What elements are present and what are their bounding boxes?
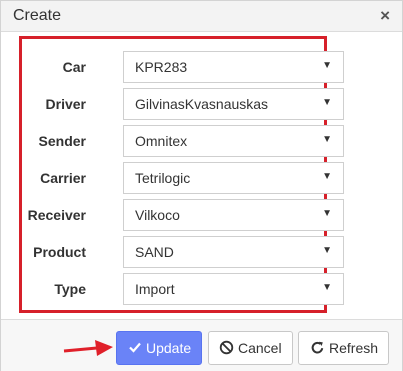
cancel-label: Cancel [238, 340, 282, 356]
field-row-driver: Driver GilvinasKvasnauskas ▼ [22, 88, 344, 120]
carrier-label: Carrier [40, 170, 86, 186]
driver-select[interactable]: GilvinasKvasnauskas ▼ [123, 88, 344, 120]
product-select[interactable]: SAND ▼ [123, 236, 344, 268]
field-row-car: Car KPR283 ▼ [22, 51, 344, 83]
refresh-icon [310, 340, 325, 358]
sender-select[interactable]: Omnitex ▼ [123, 125, 344, 157]
type-value: Import [135, 281, 175, 297]
driver-label: Driver [45, 96, 86, 112]
carrier-select[interactable]: Tetrilogic ▼ [123, 162, 344, 194]
cancel-button[interactable]: Cancel [208, 331, 293, 365]
red-pointer-arrow-icon [63, 340, 113, 356]
chevron-down-icon: ▼ [322, 97, 332, 108]
field-row-type: Type Import ▼ [22, 273, 344, 305]
chevron-down-icon: ▼ [322, 60, 332, 71]
update-label: Update [146, 340, 192, 356]
chevron-down-icon: ▼ [322, 134, 332, 145]
driver-value: GilvinasKvasnauskas [135, 96, 269, 112]
product-value: SAND [135, 244, 174, 260]
refresh-button[interactable]: Refresh [298, 331, 389, 365]
dialog-footer: Update Cancel Refresh [1, 319, 402, 371]
chevron-down-icon: ▼ [322, 245, 332, 256]
field-row-sender: Sender Omnitex ▼ [22, 125, 344, 157]
field-row-carrier: Carrier Tetrilogic ▼ [22, 162, 344, 194]
dialog-titlebar: Create × [1, 1, 402, 32]
product-label: Product [33, 244, 86, 260]
close-icon[interactable]: × [380, 6, 390, 26]
field-row-product: Product SAND ▼ [22, 236, 344, 268]
receiver-label: Receiver [27, 207, 86, 223]
type-select[interactable]: Import ▼ [123, 273, 344, 305]
form-highlight-box: Car KPR283 ▼ Driver GilvinasKvasnauskas … [19, 36, 344, 313]
car-value: KPR283 [135, 59, 188, 75]
field-row-receiver: Receiver Vilkoco ▼ [22, 199, 344, 231]
dialog-title: Create [13, 7, 62, 24]
refresh-label: Refresh [329, 340, 379, 356]
receiver-value: Vilkoco [135, 207, 180, 223]
update-button[interactable]: Update [116, 331, 202, 365]
receiver-select[interactable]: Vilkoco ▼ [123, 199, 344, 231]
chevron-down-icon: ▼ [322, 282, 332, 293]
type-label: Type [54, 281, 86, 297]
sender-value: Omnitex [135, 133, 188, 149]
car-label: Car [62, 59, 86, 75]
create-dialog: Create × Car KPR283 ▼ Driver GilvinasKva… [0, 0, 403, 371]
sender-label: Sender [38, 133, 86, 149]
ban-icon [219, 340, 234, 358]
car-select[interactable]: KPR283 ▼ [123, 51, 344, 83]
carrier-value: Tetrilogic [135, 170, 191, 186]
check-icon [128, 340, 142, 357]
chevron-down-icon: ▼ [322, 208, 332, 219]
chevron-down-icon: ▼ [322, 171, 332, 182]
